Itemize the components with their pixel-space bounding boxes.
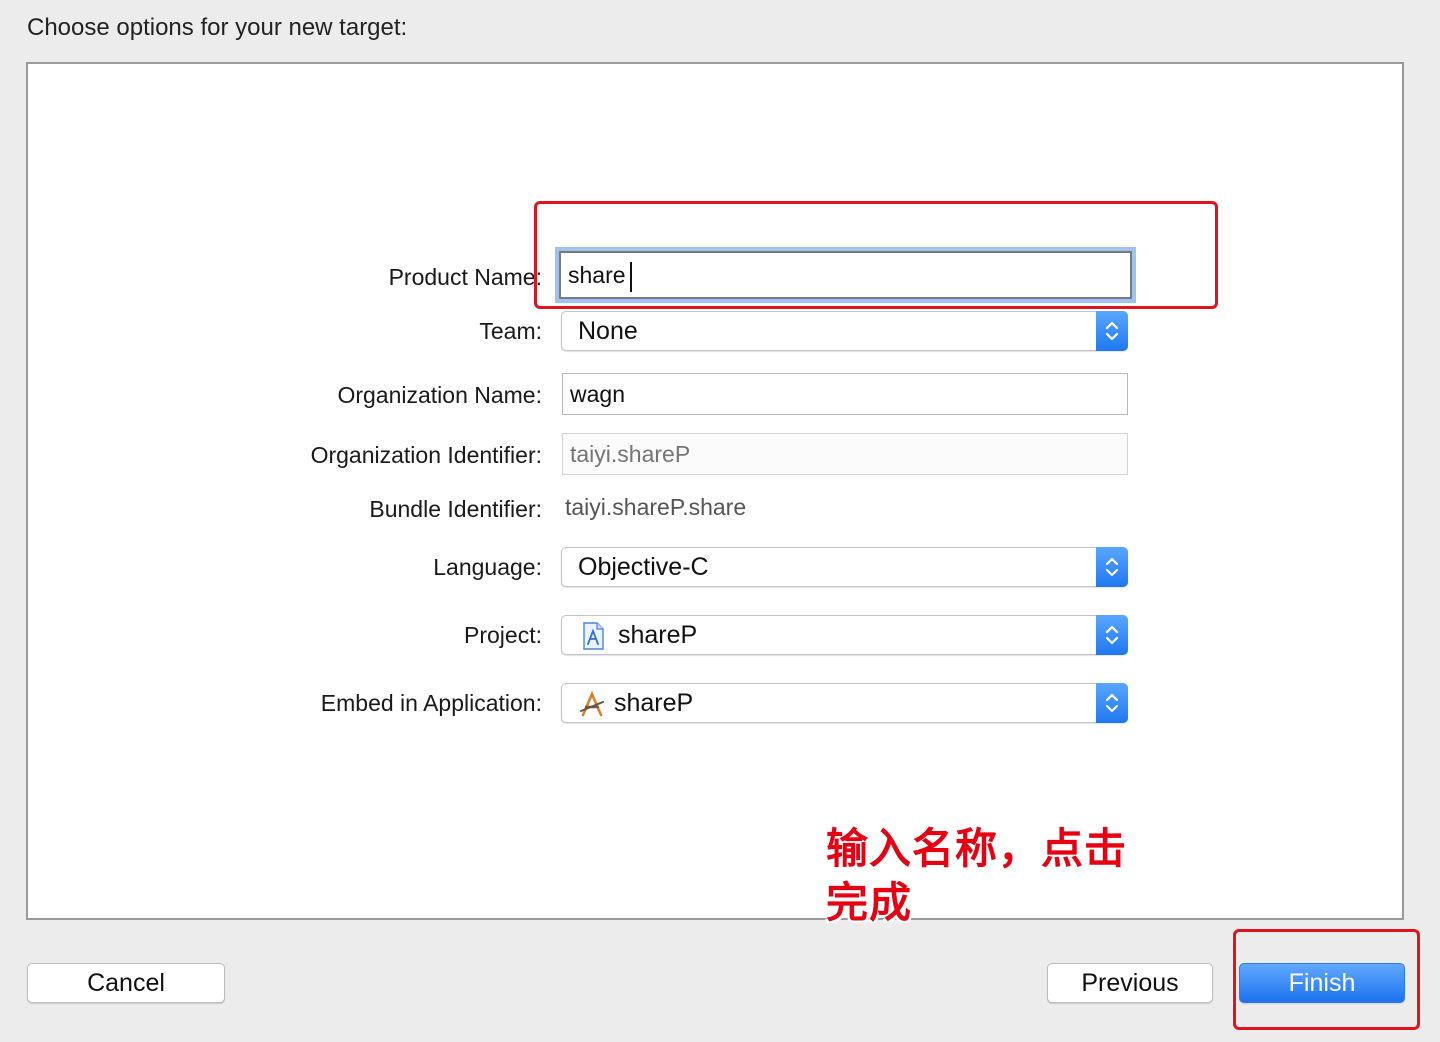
- embed-in-application-label: Embed in Application:: [320, 690, 542, 716]
- project-popup[interactable]: shareP: [561, 615, 1128, 655]
- popup-chevron-icon: [1096, 615, 1128, 655]
- product-name-highlight-box: [534, 201, 1218, 309]
- app-target-icon: [578, 690, 604, 718]
- embed-in-application-popup[interactable]: shareP: [561, 683, 1128, 723]
- team-popup[interactable]: None: [561, 311, 1128, 351]
- language-value: Objective-C: [578, 553, 709, 581]
- project-label: Project:: [464, 622, 542, 648]
- finish-button[interactable]: Finish: [1239, 963, 1405, 1003]
- language-label: Language:: [433, 554, 542, 580]
- language-popup[interactable]: Objective-C: [561, 547, 1128, 587]
- popup-chevron-icon: [1096, 547, 1128, 587]
- organization-name-input[interactable]: [562, 373, 1128, 415]
- options-panel: [26, 62, 1404, 920]
- embed-in-application-value: shareP: [614, 689, 694, 717]
- annotation-line-1: 输入名称，点击: [826, 824, 1128, 873]
- team-label: Team:: [479, 318, 542, 344]
- bundle-identifier-label: Bundle Identifier:: [369, 496, 542, 522]
- previous-button[interactable]: Previous: [1047, 963, 1213, 1003]
- cancel-button[interactable]: Cancel: [27, 963, 225, 1003]
- popup-chevron-icon: [1096, 311, 1128, 351]
- team-value: None: [578, 317, 638, 345]
- dialog-heading: Choose options for your new target:: [27, 14, 408, 41]
- organization-identifier-label: Organization Identifier:: [310, 442, 542, 468]
- project-value: shareP: [618, 621, 698, 649]
- popup-chevron-icon: [1096, 683, 1128, 723]
- product-name-label: Product Name:: [388, 264, 542, 290]
- organization-identifier-input[interactable]: [562, 433, 1128, 475]
- annotation-line-2: 完成: [826, 878, 913, 927]
- organization-name-label: Organization Name:: [337, 382, 542, 408]
- xcode-project-icon: [580, 622, 606, 650]
- bundle-identifier-value: taiyi.shareP.share: [565, 494, 747, 520]
